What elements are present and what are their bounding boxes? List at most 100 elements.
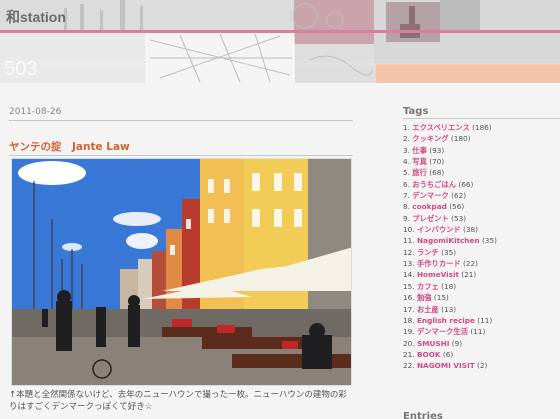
- tag-link[interactable]: おうちごはん: [412, 180, 456, 189]
- tag-rank: 6.: [403, 179, 410, 189]
- tag-item: 7. デンマーク (62): [403, 190, 497, 201]
- divider: [9, 155, 353, 156]
- tag-link[interactable]: プレゼント: [412, 214, 448, 223]
- divider: [403, 118, 560, 119]
- post-title[interactable]: ヤンテの掟 Jante Law: [9, 139, 130, 154]
- tag-count: (66): [458, 179, 474, 189]
- tag-count: (18): [441, 281, 457, 291]
- tag-rank: 10.: [403, 225, 415, 235]
- tag-count: (56): [449, 202, 465, 212]
- divider: [9, 120, 353, 121]
- tag-item: 9. プレゼント (53): [403, 213, 497, 224]
- tag-item: 5. 旅行 (68): [403, 167, 497, 178]
- tag-count: (68): [429, 168, 445, 178]
- tag-rank: 13.: [403, 259, 415, 269]
- tag-count: (11): [470, 327, 486, 337]
- tag-count: (9): [451, 338, 463, 348]
- tag-rank: 5.: [403, 168, 410, 178]
- tag-link[interactable]: 勉強: [417, 293, 432, 302]
- tag-link[interactable]: インバウンド: [417, 225, 461, 234]
- tag-count: (13): [441, 304, 457, 314]
- tag-rank: 22.: [403, 361, 415, 371]
- tag-rank: 21.: [403, 349, 415, 359]
- tag-item: 17. お土産 (13): [403, 304, 497, 315]
- tag-rank: 17.: [403, 304, 415, 314]
- tag-item: 6. おうちごはん (66): [403, 179, 497, 190]
- tag-item: 11. NagomiKitchen (35): [403, 235, 497, 246]
- tag-link[interactable]: HomeVisit: [417, 270, 459, 279]
- tag-item: 4. 写真 (70): [403, 156, 497, 167]
- tag-link[interactable]: SMUSHI: [417, 339, 450, 348]
- tag-item: 21. BOOK (6): [403, 349, 497, 360]
- tag-link[interactable]: お土産: [417, 305, 439, 314]
- tag-link[interactable]: 手作りカード: [417, 259, 461, 268]
- tag-count: (15): [433, 293, 449, 303]
- tag-count: (2): [477, 361, 488, 371]
- tag-count: (180): [450, 134, 471, 144]
- tag-count: (53): [451, 213, 467, 223]
- tag-item: 20. SMUSHI (9): [403, 338, 497, 349]
- tag-count: (38): [463, 225, 479, 235]
- tag-link[interactable]: デンマーク生活: [417, 327, 468, 336]
- tag-link[interactable]: NagomiKitchen: [417, 236, 480, 245]
- tag-item: 2. クッキング (180): [403, 133, 497, 144]
- tag-item: 3. 仕事 (93): [403, 145, 497, 156]
- tag-rank: 9.: [403, 213, 410, 223]
- tag-rank: 11.: [403, 236, 415, 246]
- tag-rank: 19.: [403, 327, 415, 337]
- tag-rank: 3.: [403, 145, 410, 155]
- tag-link[interactable]: 写真: [412, 157, 427, 166]
- site-title[interactable]: 和station: [6, 7, 66, 27]
- entries-heading: Entries: [403, 411, 443, 419]
- banner-pink-strip: [0, 30, 560, 33]
- tag-rank: 2.: [403, 134, 410, 144]
- tag-item: 14. HomeVisit (21): [403, 269, 497, 280]
- tag-rank: 8.: [403, 202, 410, 212]
- tag-link[interactable]: デンマーク: [412, 191, 448, 200]
- tag-rank: 20.: [403, 338, 415, 348]
- tag-count: (35): [481, 236, 497, 246]
- tag-list: 1. エクスペリエンス (186) 2. クッキング (180) 3. 仕事 (93…: [403, 122, 497, 372]
- tag-rank: 18.: [403, 315, 415, 325]
- tag-item: 13. 手作りカード (22): [403, 258, 497, 269]
- tag-rank: 1.: [403, 123, 410, 132]
- nyhavn-photo[interactable]: [11, 158, 352, 386]
- tag-item: 19. デンマーク生活 (11): [403, 326, 497, 337]
- tag-link[interactable]: カフェ: [417, 282, 439, 291]
- post-body: ↑本題と全然関係ないけど、去年のニューハウンで撮った一枚。ニューハウンの建物の彩…: [9, 390, 347, 412]
- tag-link[interactable]: エクスペリエンス: [412, 123, 470, 132]
- tag-count: (70): [429, 157, 445, 167]
- tag-item: 18. English recipe (11): [403, 315, 497, 326]
- tag-count: (22): [463, 259, 479, 269]
- tag-link[interactable]: English recipe: [417, 316, 475, 325]
- tag-rank: 12.: [403, 247, 415, 257]
- post-date: 2011-08-26: [9, 107, 62, 117]
- tag-count: (6): [442, 349, 454, 359]
- tag-rank: 16.: [403, 293, 415, 303]
- tag-count: (93): [429, 145, 445, 155]
- tag-link[interactable]: NAGOMI VISIT: [417, 361, 475, 370]
- tag-item: 8. cookpad (56): [403, 201, 497, 212]
- tag-link[interactable]: 仕事: [412, 146, 427, 155]
- tag-item: 10. インバウンド (38): [403, 224, 497, 235]
- tag-item: 22. NAGOMI VISIT (2): [403, 360, 497, 371]
- tag-count: (186): [472, 123, 492, 132]
- tag-link[interactable]: ランチ: [417, 248, 439, 257]
- tag-rank: 15.: [403, 281, 415, 291]
- tag-rank: 7.: [403, 191, 410, 201]
- tag-link[interactable]: クッキング: [412, 134, 448, 143]
- banner-number: 503: [4, 58, 38, 80]
- tag-rank: 4.: [403, 157, 410, 167]
- banner-decoration: [0, 0, 560, 83]
- tag-link[interactable]: cookpad: [412, 202, 447, 211]
- tag-link[interactable]: 旅行: [412, 168, 427, 177]
- tag-rank: 14.: [403, 270, 415, 280]
- header-banner: 和station 503: [0, 0, 560, 83]
- tag-item: 12. ランチ (35): [403, 247, 497, 258]
- tags-heading: Tags: [403, 106, 429, 117]
- tag-count: (21): [461, 270, 477, 280]
- nyhavn-photo-image: [12, 159, 351, 385]
- tag-item: 1. エクスペリエンス (186): [403, 122, 497, 133]
- tag-link[interactable]: BOOK: [417, 350, 441, 359]
- tag-count: (62): [451, 191, 467, 201]
